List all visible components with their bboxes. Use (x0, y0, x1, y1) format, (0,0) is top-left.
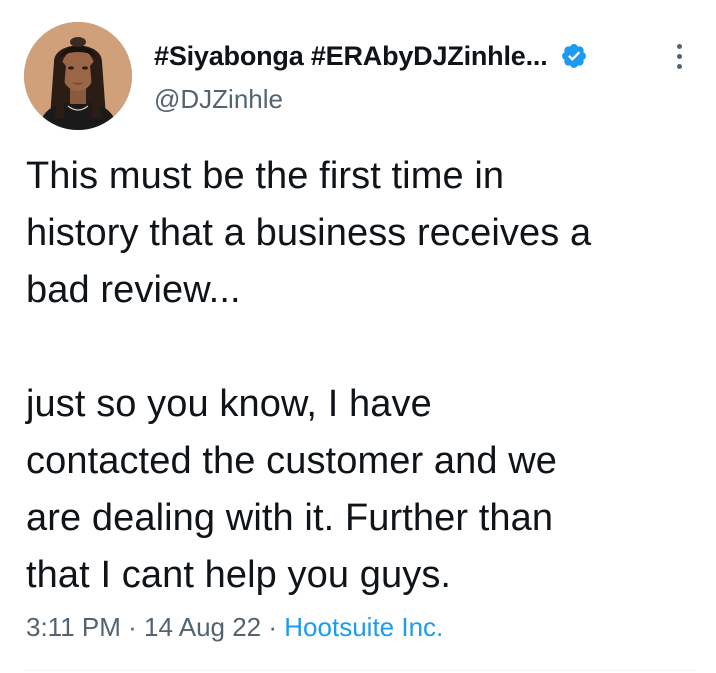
tweet-date[interactable]: 14 Aug 22 (144, 612, 261, 642)
author-display-name[interactable]: #Siyabonga #ERAbyDJZinhle... (154, 41, 548, 72)
tweet-source-link[interactable]: Hootsuite Inc. (284, 612, 443, 642)
tweet-line: that I cant help you guys. (26, 554, 452, 596)
tweet-line: contacted the customer and we (26, 440, 557, 482)
tweet-card: #Siyabonga #ERAbyDJZinhle... @DJZinhle T… (0, 0, 716, 673)
meta-separator: · (128, 612, 145, 642)
tweet-line: just so you know, I have (26, 383, 432, 425)
more-options-icon-dot (676, 53, 682, 59)
author-handle[interactable]: @DJZinhle (154, 84, 283, 115)
profile-photo-icon (24, 22, 132, 130)
tweet-metadata: 3:11 PM · 14 Aug 22 · Hootsuite Inc. (26, 612, 443, 643)
tweet-line: history that a business receives a (26, 212, 592, 254)
tweet-time[interactable]: 3:11 PM (26, 612, 121, 642)
avatar[interactable] (24, 22, 132, 130)
verified-badge-icon (561, 44, 586, 68)
tweet-line: bad review... (26, 269, 241, 311)
tweet-line-blank (26, 319, 698, 376)
more-options-icon-dot (676, 63, 682, 69)
meta-separator: · (268, 612, 285, 642)
tweet-line: are dealing with it. Further than (26, 497, 554, 539)
divider (24, 670, 696, 671)
tweet-line: This must be the first time in (26, 155, 505, 197)
author-name-row: #Siyabonga #ERAbyDJZinhle... (154, 38, 588, 74)
tweet-text: This must be the first time in history t… (26, 148, 698, 604)
more-options-icon (676, 43, 682, 49)
more-options-button[interactable] (664, 38, 694, 74)
